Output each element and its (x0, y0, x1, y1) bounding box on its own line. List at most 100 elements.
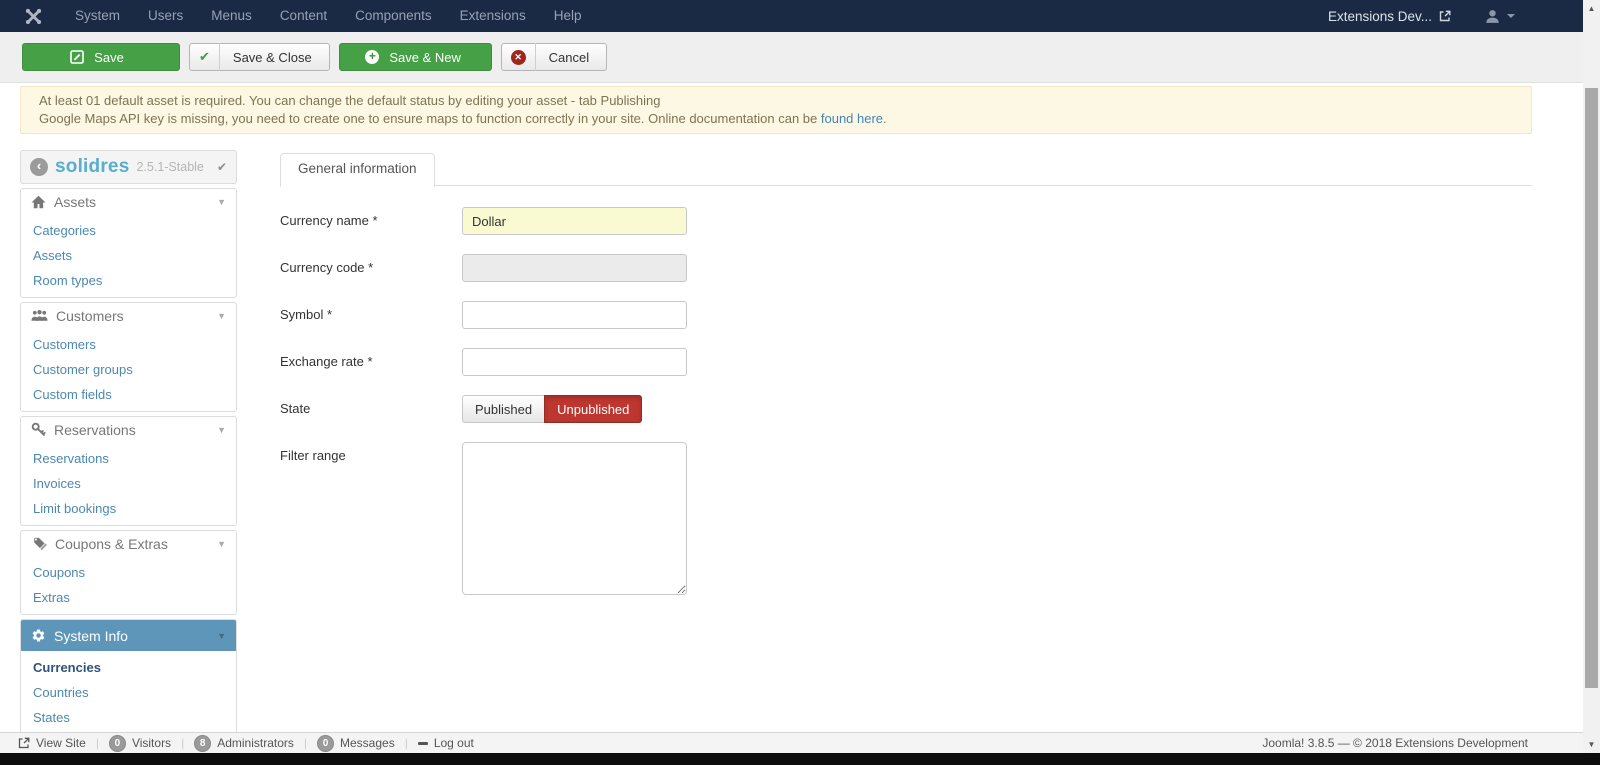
sidebar-group-reservations-header[interactable]: Reservations ▼ (21, 417, 236, 442)
sidebar-item-customers[interactable]: Customers (21, 332, 236, 357)
view-site-button[interactable]: View Site (18, 736, 86, 750)
sidebar-item-room-types[interactable]: Room types (21, 268, 236, 293)
scroll-down-arrow[interactable]: ▼ (1583, 736, 1600, 753)
menu-components[interactable]: Components (341, 0, 446, 32)
sidebar-group-assets: Assets ▼ Categories Assets Room types (20, 188, 237, 298)
user-menu-button[interactable] (1485, 9, 1515, 24)
plus-icon: + (365, 50, 379, 64)
filter-range-textarea[interactable] (462, 442, 687, 595)
sidebar-item-customer-groups[interactable]: Customer groups (21, 357, 236, 382)
menu-help[interactable]: Help (540, 0, 596, 32)
save-new-label: Save & New (385, 50, 465, 65)
toolbar: Save ✔ Save & Close + Save & New ✕ Cance… (0, 32, 1600, 83)
menu-users[interactable]: Users (134, 0, 197, 32)
sidebar-group-system-info: System Info ▼ Currencies Countries State… (20, 619, 237, 732)
visitors-label: Visitors (132, 736, 171, 750)
divider: | (181, 736, 184, 750)
solidres-version: 2.5.1-Stable (136, 160, 203, 174)
symbol-label: Symbol * (280, 301, 462, 329)
save-close-label: Save & Close (229, 50, 316, 65)
sidebar-group-reservations: Reservations ▼ Reservations Invoices Lim… (20, 416, 237, 526)
form-tabs: General information (280, 153, 1532, 186)
chevron-down-icon (1507, 14, 1515, 18)
log-out-button[interactable]: Log out (418, 736, 474, 750)
taskbar-strip (0, 753, 1600, 765)
joomla-version-copyright: Joomla! 3.8.5 — © 2018 Extensions Develo… (1262, 736, 1528, 750)
save-new-button[interactable]: + Save & New (339, 43, 492, 71)
sidebar-group-customers-header[interactable]: Customers ▼ (21, 303, 236, 328)
currency-code-input[interactable] (462, 254, 687, 282)
warning-message-2: Google Maps API key is missing, you need… (39, 110, 1513, 128)
scrollbar[interactable]: ▲ ▼ (1583, 0, 1600, 753)
messages-status[interactable]: 0 Messages (317, 735, 395, 752)
state-published-button[interactable]: Published (462, 395, 544, 423)
chevron-down-icon: ▼ (217, 425, 226, 435)
sidebar-item-coupons[interactable]: Coupons (21, 560, 236, 585)
symbol-input[interactable] (462, 301, 687, 329)
state-toggle: PublishedUnpublished (462, 395, 642, 423)
visitors-status[interactable]: 0 Visitors (109, 735, 171, 752)
sidebar-group-label: Reservations (54, 422, 136, 438)
chevron-down-icon: ▼ (217, 631, 226, 641)
cancel-icon: ✕ (502, 43, 536, 71)
sidebar-group-coupons-header[interactable]: Coupons & Extras ▼ (21, 531, 236, 556)
chevron-down-icon: ▼ (217, 197, 226, 207)
home-icon (31, 195, 46, 209)
sidebar-item-countries[interactable]: Countries (21, 680, 236, 705)
messages-count-badge: 0 (317, 735, 334, 752)
warning-message-2-period: . (883, 111, 887, 126)
cancel-button[interactable]: ✕ Cancel (501, 43, 607, 71)
administrators-status[interactable]: 8 Administrators (194, 735, 294, 752)
save-button[interactable]: Save (22, 43, 180, 71)
admin-status-bar: View Site | 0 Visitors | 8 Administrator… (0, 732, 1600, 753)
menu-menus[interactable]: Menus (197, 0, 266, 32)
user-icon (1485, 9, 1500, 24)
save-label: Save (90, 50, 128, 65)
key-icon (31, 422, 46, 437)
tags-icon (31, 537, 47, 551)
sidebar-item-reservations[interactable]: Reservations (21, 446, 236, 471)
sidebar-item-invoices[interactable]: Invoices (21, 471, 236, 496)
gear-icon (31, 628, 46, 643)
sidebar-item-extras[interactable]: Extras (21, 585, 236, 610)
solidres-logo: solidres (55, 156, 129, 178)
administrators-label: Administrators (217, 736, 294, 750)
users-icon (31, 309, 48, 322)
menu-extensions[interactable]: Extensions (446, 0, 540, 32)
exchange-rate-input[interactable] (462, 348, 687, 376)
collapse-sidebar-icon[interactable]: ‹ (30, 158, 48, 176)
sidebar-group-system-info-header[interactable]: System Info ▼ (21, 620, 236, 651)
sidebar-item-currencies[interactable]: Currencies (21, 655, 236, 680)
warning-message-2-text: Google Maps API key is missing, you need… (39, 111, 821, 126)
joomla-logo-icon (0, 7, 61, 26)
sidebar-item-categories[interactable]: Categories (21, 218, 236, 243)
log-out-label: Log out (434, 736, 474, 750)
admin-menu: System Users Menus Content Components Ex… (61, 0, 595, 32)
sidebar-item-states[interactable]: States (21, 705, 236, 730)
divider: | (96, 736, 99, 750)
sidebar-item-assets[interactable]: Assets (21, 243, 236, 268)
tab-general-information[interactable]: General information (280, 153, 435, 187)
sidebar-group-assets-header[interactable]: Assets ▼ (21, 189, 236, 214)
view-site-link[interactable]: Extensions Dev... (1328, 9, 1451, 24)
cancel-label: Cancel (545, 50, 593, 65)
sidebar-item-custom-fields[interactable]: Custom fields (21, 382, 236, 407)
administrators-count-badge: 8 (194, 735, 211, 752)
state-unpublished-button[interactable]: Unpublished (544, 395, 642, 423)
sidebar-group-coupons-extras: Coupons & Extras ▼ Coupons Extras (20, 530, 237, 615)
external-link-icon (18, 737, 30, 749)
sidebar-group-label: System Info (54, 628, 128, 644)
currency-name-input[interactable] (462, 207, 687, 235)
menu-content[interactable]: Content (266, 0, 341, 32)
currency-edit-form: General information Currency name * Curr… (280, 153, 1532, 614)
scrollbar-thumb[interactable] (1585, 88, 1598, 688)
currency-name-label: Currency name * (280, 207, 462, 235)
save-close-button[interactable]: ✔ Save & Close (189, 43, 330, 71)
sidebar-group-label: Assets (54, 194, 96, 210)
admin-navbar: System Users Menus Content Components Ex… (0, 0, 1600, 32)
solidres-logo-panel: ‹ solidres 2.5.1-Stable ✔ (20, 150, 237, 184)
scroll-up-arrow[interactable]: ▲ (1583, 0, 1600, 17)
sidebar-item-limit-bookings[interactable]: Limit bookings (21, 496, 236, 521)
found-here-link[interactable]: found here (821, 111, 883, 126)
menu-system[interactable]: System (61, 0, 134, 32)
